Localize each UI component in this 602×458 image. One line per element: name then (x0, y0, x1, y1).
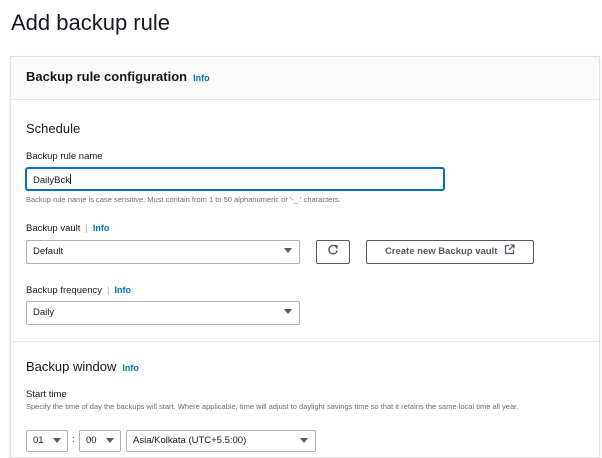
panel-header: Backup rule configuration Info (11, 57, 599, 100)
caret-down-icon (53, 438, 61, 443)
create-backup-vault-label: Create new Backup vault (384, 246, 498, 257)
rule-name-label: Backup rule name (26, 151, 103, 162)
backup-vault-select[interactable]: Default (26, 240, 300, 264)
backup-vault-label: Backup vault (26, 223, 81, 234)
panel-info-link[interactable]: Info (193, 73, 210, 83)
panel-title: Backup rule configuration Info (26, 69, 210, 84)
section-divider (11, 341, 599, 342)
refresh-icon (328, 244, 338, 255)
text-cursor (69, 174, 71, 184)
rule-name-hint: Backup rule name is case sensitive. Must… (26, 195, 341, 204)
caret-down-icon (284, 248, 292, 253)
time-separator: : (72, 434, 75, 445)
start-time-description: Specify the time of day the backups will… (26, 402, 519, 411)
backup-window-title: Backup window (26, 359, 117, 374)
backup-frequency-label-row: Backup frequency | Info (26, 285, 131, 296)
backup-window-info-link[interactable]: Info (122, 363, 139, 373)
external-link-icon (504, 244, 515, 255)
backup-vault-info-link[interactable]: Info (93, 223, 110, 233)
panel-title-text: Backup rule configuration (26, 69, 188, 84)
create-backup-vault-button[interactable]: Create new Backup vault (366, 240, 534, 264)
backup-frequency-label: Backup frequency (26, 285, 103, 296)
caret-down-icon (284, 309, 292, 314)
start-hour-value: 01 (33, 435, 44, 446)
refresh-vaults-button[interactable] (316, 240, 350, 264)
caret-down-icon (106, 438, 114, 443)
rule-name-value: DailyBck (33, 175, 70, 186)
backup-window-title-row: Backup window Info (26, 359, 139, 374)
label-separator: | (107, 285, 110, 296)
backup-frequency-info-link[interactable]: Info (115, 285, 132, 295)
backup-vault-selected: Default (33, 246, 64, 257)
start-minute-value: 00 (86, 435, 97, 446)
label-separator: | (85, 223, 88, 234)
backup-frequency-select[interactable]: Daily (26, 301, 300, 325)
schedule-section-title: Schedule (26, 121, 81, 136)
page-title: Add backup rule (11, 10, 170, 35)
rule-name-input[interactable]: DailyBck (26, 168, 444, 190)
backup-frequency-selected: Daily (33, 307, 55, 318)
caret-down-icon (300, 438, 308, 443)
backup-rule-configuration-panel: Backup rule configuration Info Schedule B… (10, 56, 600, 458)
start-time-label: Start time (26, 389, 67, 400)
timezone-value: Asia/Kolkata (UTC+5.5:00) (133, 435, 247, 446)
backup-vault-label-row: Backup vault | Info (26, 223, 109, 234)
